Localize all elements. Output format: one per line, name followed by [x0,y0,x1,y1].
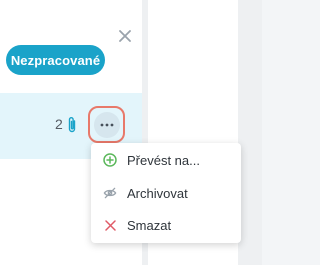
menu-item-convert[interactable]: Převést na... [91,146,241,174]
close-button[interactable] [116,27,134,45]
more-options-button[interactable] [88,106,125,143]
context-menu: Převést na... Archivovat Smazat [91,143,241,243]
paperclip-icon [68,117,76,133]
attachment-count: 2 [55,116,63,132]
close-icon [103,218,117,232]
menu-item-label: Převést na... [127,152,200,168]
eye-off-icon [103,186,117,200]
close-icon [119,30,131,42]
more-horizontal-icon [93,111,120,138]
menu-item-label: Smazat [127,217,172,233]
plus-circle-icon [103,153,117,167]
menu-item-archive[interactable]: Archivovat [91,179,241,207]
menu-item-delete[interactable]: Smazat [91,211,241,239]
menu-item-label: Archivovat [127,185,188,201]
status-badge[interactable]: Nezpracované [6,45,105,75]
